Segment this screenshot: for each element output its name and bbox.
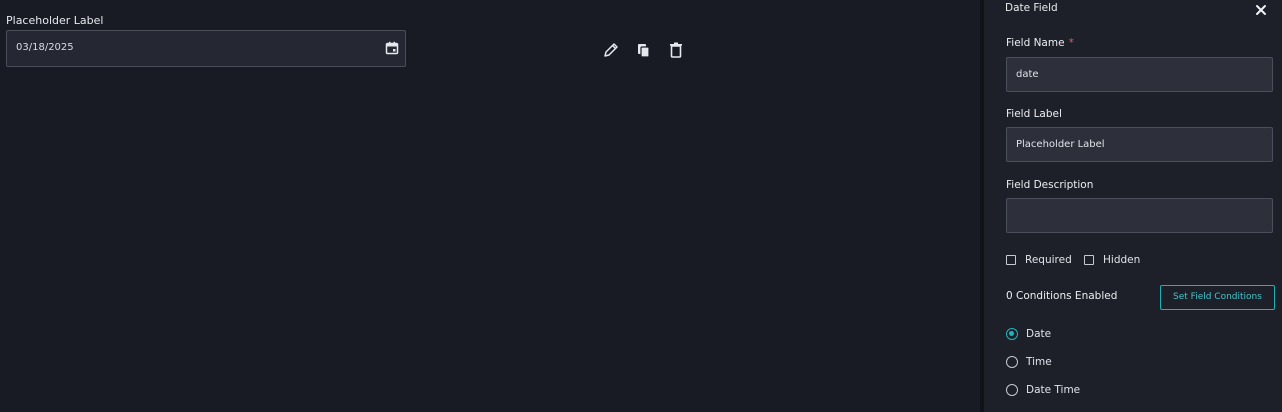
radio-label-time: Time (1026, 356, 1052, 368)
set-field-conditions-button[interactable]: Set Field Conditions (1160, 285, 1275, 310)
required-checkbox-box[interactable] (1006, 255, 1016, 265)
field-name-input[interactable]: date (1006, 57, 1273, 92)
radio-circle-time[interactable] (1006, 356, 1018, 368)
conditions-count: 0 Conditions Enabled (1006, 290, 1118, 302)
date-input[interactable]: 03/18/2025 (6, 30, 406, 67)
field-description-input[interactable] (1006, 198, 1273, 233)
panel-title: Date Field (1005, 2, 1058, 14)
calendar-icon[interactable] (385, 41, 399, 55)
required-asterisk: * (1068, 37, 1074, 49)
field-name-label: Field Name * (1006, 37, 1074, 49)
hidden-checkbox[interactable]: Hidden (1084, 254, 1140, 266)
close-icon[interactable] (1254, 3, 1268, 17)
field-label-input[interactable]: Placeholder Label (1006, 127, 1273, 162)
radio-circle-date-time[interactable] (1006, 384, 1018, 396)
field-description-label: Field Description (1006, 179, 1094, 191)
date-input-value: 03/18/2025 (16, 42, 74, 53)
date-field-label: Placeholder Label (6, 14, 104, 27)
radio-option-date[interactable]: Date (1006, 327, 1051, 341)
hidden-checkbox-label: Hidden (1103, 254, 1141, 266)
field-label-value: Placeholder Label (1016, 139, 1105, 150)
radio-option-date-time[interactable]: Date Time (1006, 383, 1080, 397)
copy-icon[interactable] (635, 41, 653, 59)
form-canvas: Placeholder Label 03/18/2025 (0, 0, 980, 412)
hidden-checkbox-box[interactable] (1084, 255, 1094, 265)
radio-label-date-time: Date Time (1026, 384, 1081, 396)
pencil-icon[interactable] (602, 41, 620, 59)
field-label-label: Field Label (1006, 108, 1062, 120)
field-name-value: date (1016, 69, 1039, 80)
trash-icon[interactable] (667, 41, 685, 59)
required-checkbox-label: Required (1025, 254, 1072, 266)
radio-circle-date[interactable] (1006, 328, 1018, 340)
required-checkbox[interactable]: Required (1006, 254, 1072, 266)
field-settings-panel: Date Field Field Name * date Field Label … (984, 0, 1282, 412)
radio-label-date: Date (1026, 328, 1052, 340)
radio-option-time[interactable]: Time (1006, 355, 1052, 369)
